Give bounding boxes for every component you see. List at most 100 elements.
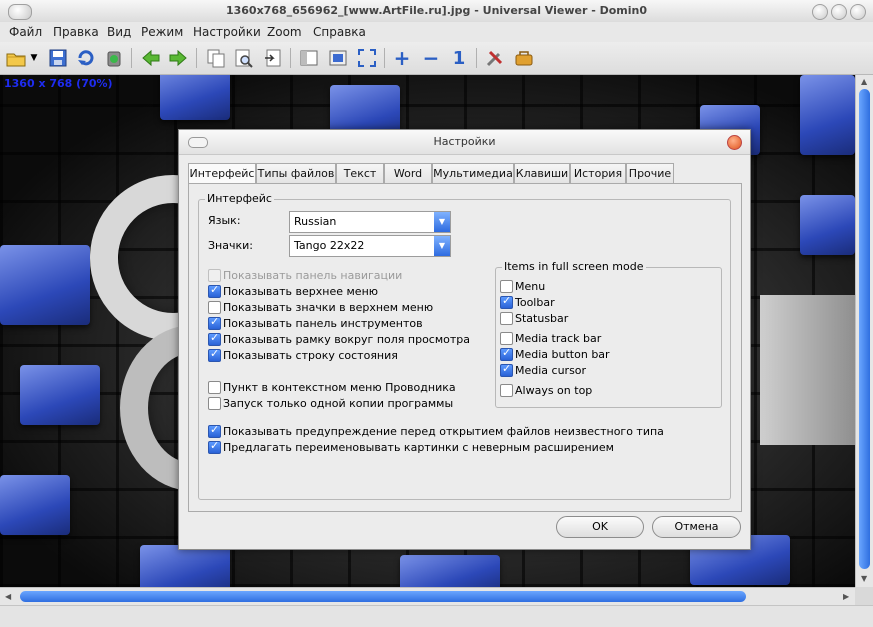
icons-select[interactable]: Tango 22x22 ▼ (289, 235, 451, 257)
plugins-icon[interactable] (512, 46, 536, 70)
image-cube (800, 195, 855, 255)
window-title: 1360x768_656962_[www.ArtFile.ru].jpg - U… (225, 4, 648, 17)
menu-zoom[interactable]: Zoom (267, 25, 302, 39)
checkbox-label: Предлагать переименовывать картинки с не… (223, 441, 614, 454)
checkbox-label: Показывать значки в верхнем меню (223, 301, 434, 314)
checkbox-box[interactable] (208, 397, 221, 410)
horizontal-scrollbar[interactable]: ◀ ▶ (0, 587, 855, 606)
menu-view[interactable]: Вид (107, 25, 131, 39)
checkbox-box[interactable] (500, 294, 513, 309)
image-cube (800, 75, 855, 155)
zoom-in-icon[interactable]: + (390, 46, 414, 70)
dropdown-arrow-icon[interactable]: ▼ (28, 46, 40, 70)
zoom-original-icon[interactable]: 1 (447, 46, 471, 70)
forward-arrow-icon[interactable] (166, 46, 190, 70)
checkbox-label: Запуск только одной копии программы (223, 397, 454, 410)
chevron-down-icon[interactable]: ▼ (434, 212, 450, 232)
rotate-icon[interactable] (74, 46, 98, 70)
window-titlebar: 1360x768_656962_[www.ArtFile.ru].jpg - U… (0, 0, 873, 23)
language-value: Russian (294, 215, 337, 228)
toolbar-separator (290, 48, 291, 68)
tab-interface[interactable]: Интерфейс (188, 163, 256, 185)
checkbox-box[interactable] (208, 381, 221, 394)
checkbox-box[interactable] (500, 332, 513, 345)
copy-icon[interactable] (204, 46, 228, 70)
language-select[interactable]: Russian ▼ (289, 211, 451, 233)
checkbox-box[interactable] (500, 312, 513, 325)
fullscreen-items-group: Items in full screen mode Menu Toolbar S… (495, 260, 722, 408)
checkbox-box[interactable] (208, 347, 221, 362)
menu-edit[interactable]: Правка (53, 25, 99, 39)
checkbox-label: Показывать панель навигации (223, 269, 403, 282)
checkbox-box[interactable] (208, 301, 221, 314)
tab-multimedia[interactable]: Мультимедиа (432, 163, 514, 183)
chevron-down-icon[interactable]: ▼ (434, 236, 450, 256)
tab-word[interactable]: Word (384, 163, 432, 183)
dialog-titlebar: Настройки (179, 130, 750, 155)
fullscreen-group-label: Items in full screen mode (502, 260, 646, 273)
icons-label: Значки: (208, 239, 253, 252)
image-icon[interactable] (326, 46, 350, 70)
checkbox-box[interactable] (500, 384, 513, 397)
tab-text[interactable]: Текст (336, 163, 384, 183)
menu-mode[interactable]: Режим (141, 25, 183, 39)
scroll-left-icon[interactable]: ◀ (5, 592, 11, 601)
close-button[interactable] (850, 4, 866, 20)
open-icon[interactable] (4, 46, 28, 70)
tab-file-types[interactable]: Типы файлов (256, 163, 336, 183)
checkbox-box[interactable] (208, 439, 221, 454)
tools-icon[interactable] (483, 46, 507, 70)
menu-settings[interactable]: Настройки (193, 25, 261, 39)
find-icon[interactable] (232, 46, 256, 70)
checkbox-label: Показывать предупреждение перед открытие… (223, 425, 664, 438)
save-icon[interactable] (46, 46, 70, 70)
icons-value: Tango 22x22 (294, 239, 365, 252)
vertical-scroll-thumb[interactable] (859, 89, 870, 569)
menu-help[interactable]: Справка (313, 25, 366, 39)
tab-other[interactable]: Прочие (626, 163, 674, 183)
tab-history[interactable]: История (570, 163, 626, 183)
checkbox-box[interactable] (208, 315, 221, 330)
back-arrow-icon[interactable] (139, 46, 163, 70)
fullscreen-icon[interactable] (355, 46, 379, 70)
menubar: Файл Правка Вид Режим Настройки Zoom Спр… (0, 22, 873, 42)
statusbar (0, 605, 873, 627)
maximize-button[interactable] (831, 4, 847, 20)
panel-icon[interactable] (297, 46, 321, 70)
cancel-button[interactable]: Отмена (652, 516, 741, 538)
dialog-close-button[interactable] (727, 135, 742, 150)
tab-panel-interface: Интерфейс Язык: Russian ▼ Значки: Tango … (188, 183, 742, 512)
recycle-icon[interactable] (102, 46, 126, 70)
checkbox-label: Показывать панель инструментов (223, 317, 423, 330)
checkbox-label: Media button bar (515, 348, 610, 361)
checkbox-label: Menu (515, 280, 546, 293)
toolbar-separator (384, 48, 385, 68)
checkbox-box[interactable] (500, 346, 513, 361)
checkbox-box[interactable] (208, 283, 221, 298)
scroll-up-icon[interactable]: ▲ (861, 77, 867, 86)
ok-button[interactable]: OK (556, 516, 644, 538)
checkbox-label: Пункт в контекстном меню Проводника (223, 381, 456, 394)
checkbox-box[interactable] (500, 280, 513, 293)
image-cube (400, 555, 500, 587)
toolbar-separator (131, 48, 132, 68)
minimize-button[interactable] (812, 4, 828, 20)
vertical-scrollbar[interactable]: ▲ ▼ (855, 75, 873, 587)
image-cube (20, 365, 100, 425)
zoom-out-icon[interactable]: − (419, 46, 443, 70)
horizontal-scroll-thumb[interactable] (20, 591, 746, 602)
scroll-down-icon[interactable]: ▼ (861, 574, 867, 583)
checkbox-box[interactable] (208, 269, 221, 282)
export-icon[interactable] (261, 46, 285, 70)
tab-keys[interactable]: Клавиши (514, 163, 570, 183)
menu-file[interactable]: Файл (9, 25, 42, 39)
checkbox-label: Показывать строку состояния (223, 349, 398, 362)
checkbox-label: Toolbar (515, 296, 555, 309)
toolbar-separator (196, 48, 197, 68)
scroll-right-icon[interactable]: ▶ (843, 592, 849, 601)
checkbox-box[interactable] (208, 331, 221, 346)
checkbox-box[interactable] (208, 423, 221, 438)
image-cube (0, 475, 70, 535)
interface-group-label: Интерфейс (205, 192, 274, 205)
checkbox-box[interactable] (500, 362, 513, 377)
